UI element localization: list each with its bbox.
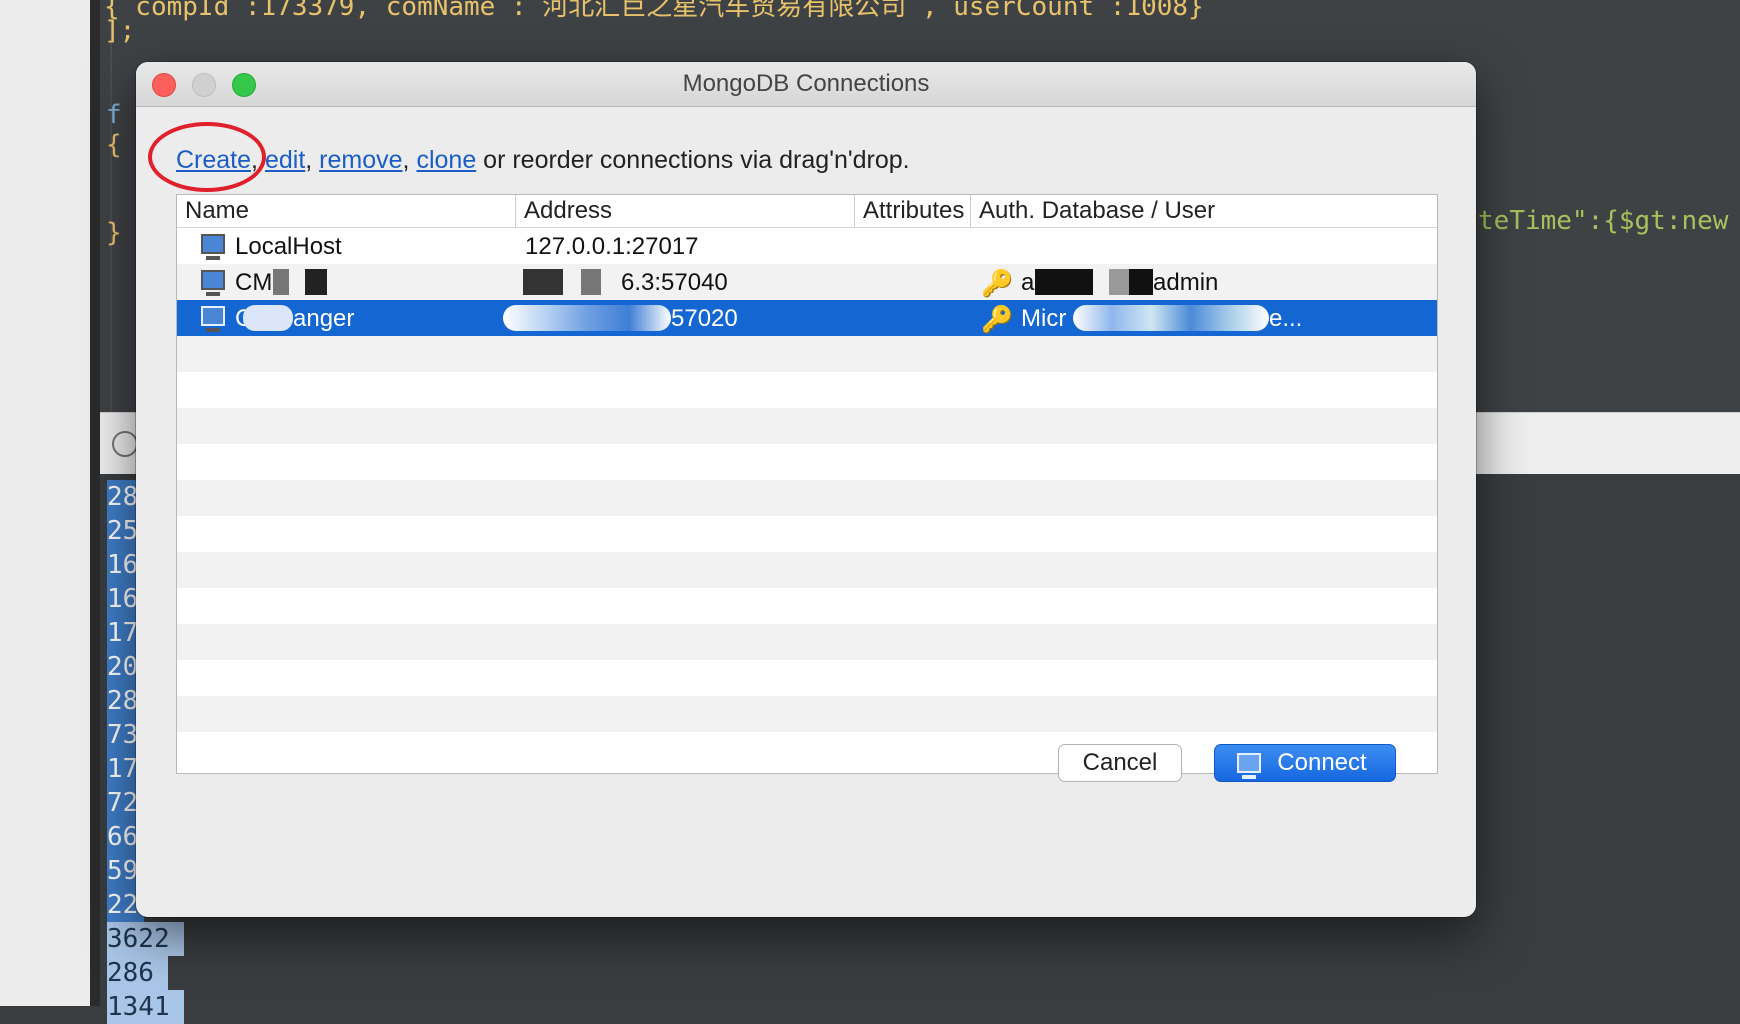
left-panel xyxy=(0,0,100,1006)
result-number: 1341 xyxy=(107,990,184,1024)
redaction xyxy=(305,269,327,295)
table-row-empty xyxy=(177,660,1437,696)
column-header-address[interactable]: Address xyxy=(516,195,855,227)
dialog-title: MongoDB Connections xyxy=(682,70,930,97)
redaction xyxy=(581,269,601,295)
table-row-empty xyxy=(177,588,1437,624)
table-row-empty xyxy=(177,552,1437,588)
table-row-empty xyxy=(177,336,1437,372)
table-row-empty xyxy=(177,480,1437,516)
title-bar: MongoDB Connections xyxy=(136,62,1476,107)
connections-dialog: MongoDB Connections Create, edit, remove… xyxy=(136,62,1476,917)
table-row-empty xyxy=(177,624,1437,660)
editor-gutter xyxy=(110,0,112,412)
result-number: 3622 xyxy=(107,922,184,956)
table-row-empty xyxy=(177,516,1437,552)
computer-icon xyxy=(1237,753,1261,779)
column-header-name[interactable]: Name xyxy=(177,195,516,227)
code-line-f: f xyxy=(106,100,122,130)
connect-button-label: Connect xyxy=(1277,749,1367,776)
cancel-button[interactable]: Cancel xyxy=(1058,744,1182,782)
key-icon: 🔑 xyxy=(981,304,1014,334)
table-row[interactable]: LocalHost 127.0.0.1:27017 xyxy=(177,228,1437,264)
clock-icon[interactable] xyxy=(112,431,138,457)
connection-address: 127.0.0.1:27017 xyxy=(525,233,699,260)
instructions-rest: or reorder connections via drag'n'drop. xyxy=(483,146,910,174)
connection-auth: Micr xyxy=(1021,305,1067,332)
table-row-empty xyxy=(177,696,1437,732)
table-row[interactable]: CM 6.3:57040 🔑 a admin xyxy=(177,264,1437,300)
computer-icon xyxy=(201,270,225,296)
connection-address: 6.3:57040 xyxy=(621,269,728,296)
connection-name: LocalHost xyxy=(235,233,342,260)
redaction xyxy=(1035,269,1093,295)
redaction xyxy=(503,305,671,331)
key-icon: 🔑 xyxy=(981,268,1014,298)
remove-link[interactable]: remove xyxy=(319,146,402,174)
connection-address: 57020 xyxy=(671,305,738,332)
connection-auth-suffix: e... xyxy=(1269,305,1303,332)
code-line-open-brace: { xyxy=(106,130,122,160)
redaction xyxy=(273,269,289,295)
redaction xyxy=(523,269,563,295)
redaction xyxy=(1129,269,1153,295)
result-number: 286 xyxy=(107,956,168,990)
computer-icon xyxy=(201,306,225,332)
clone-link[interactable]: clone xyxy=(416,146,476,174)
column-header-auth[interactable]: Auth. Database / User xyxy=(971,195,1309,227)
connections-table[interactable]: Name Address Attributes Auth. Database /… xyxy=(176,194,1438,774)
table-row-empty xyxy=(177,372,1437,408)
table-header: Name Address Attributes Auth. Database /… xyxy=(177,195,1437,228)
code-line-top: { compId :173379, comName : 河北汇巨之星汽车贸易有限… xyxy=(104,0,1204,22)
separator: , xyxy=(305,146,313,174)
table-row-empty xyxy=(177,408,1437,444)
column-header-attributes[interactable]: Attributes xyxy=(855,195,971,227)
code-line-close: ]; xyxy=(104,16,136,46)
separator: , xyxy=(251,146,258,174)
instructions-text: Create, edit, remove, clone or reorder c… xyxy=(176,146,910,175)
table-body: LocalHost 127.0.0.1:27017 CM 6.3:57040 🔑… xyxy=(177,228,1437,768)
edit-link[interactable]: edit xyxy=(265,146,305,174)
separator: , xyxy=(402,146,410,174)
redaction xyxy=(243,305,293,331)
computer-icon xyxy=(201,234,225,260)
redaction xyxy=(1073,305,1269,331)
connection-auth: admin xyxy=(1153,269,1219,296)
code-line-right: teTime":{$gt:new Da xyxy=(1478,206,1729,236)
table-row-empty xyxy=(177,444,1437,480)
connect-button[interactable]: Connect xyxy=(1214,744,1396,782)
panel-edge xyxy=(90,0,100,1006)
code-line-close-brace: } xyxy=(106,218,122,248)
create-link[interactable]: Create xyxy=(176,146,251,174)
table-row-selected[interactable]: C anger 57020 🔑 Micr e... xyxy=(177,300,1437,336)
